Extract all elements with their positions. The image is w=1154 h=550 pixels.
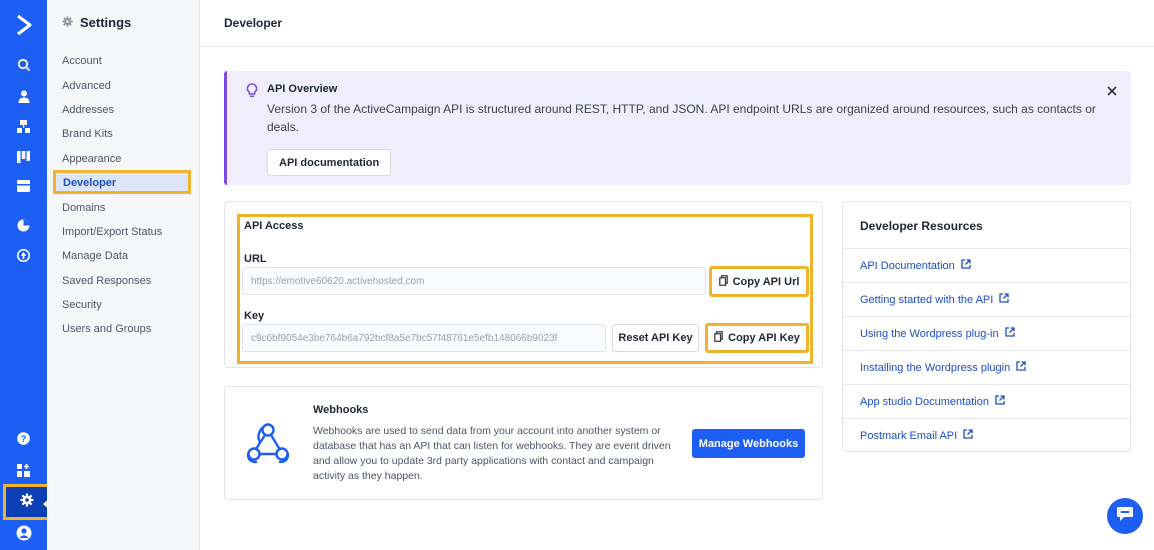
close-icon[interactable] [1107,84,1117,99]
app-root: ? Settings Account Advanced Addresses Br… [0,0,1154,550]
external-link-icon [963,429,973,442]
sidebar-item-brand-kits[interactable]: Brand Kits [62,126,113,142]
sidebar-item-appearance[interactable]: Appearance [62,151,121,167]
settings-nav-highlight[interactable] [3,484,51,520]
resource-link-wordpress-plug-in[interactable]: Using the Wordpress plug-in [843,316,1132,350]
settings-sidebar: Settings Account Advanced Addresses Bran… [47,0,200,550]
resource-link-label: App studio Documentation [860,395,990,408]
banner-title: API Overview [267,83,338,95]
gear-icon [62,15,73,30]
webhooks-title: Webhooks [313,404,369,416]
sidebar-item-advanced[interactable]: Advanced [62,78,111,94]
help-icon[interactable]: ? [0,423,47,453]
resource-link-label: Postmark Email API [860,429,958,442]
sidebar-item-account[interactable]: Account [62,53,102,69]
developer-resources-card: Developer Resources API Documentation Ge… [842,201,1132,452]
external-link-icon [1016,361,1026,374]
sidebar-title: Settings [62,15,131,30]
contacts-icon[interactable] [0,81,47,111]
api-access-highlight: API Access URL https://emotive60620.acti… [237,214,813,364]
icon-rail: ? [0,0,51,550]
url-label: URL [244,253,267,265]
resource-link-label: Installing the Wordpress plugin [860,361,1011,374]
api-url-field[interactable]: https://emotive60620.activehosted.com [242,267,706,295]
copy-api-key-button[interactable]: Copy API Key [705,323,809,353]
automations-icon[interactable] [0,240,47,270]
sidebar-item-saved-responses[interactable]: Saved Responses [62,273,151,289]
copy-api-url-label: Copy API Url [732,275,800,288]
sidebar-item-developer[interactable]: Developer [53,170,191,194]
api-documentation-button[interactable]: API documentation [267,149,392,176]
search-icon[interactable] [0,50,47,80]
external-link-icon [999,293,1009,306]
chat-button[interactable] [1107,498,1143,534]
copy-api-key-label: Copy API Key [728,332,800,344]
webhooks-description: Webhooks are used to send data from your… [313,425,671,482]
resource-link-api-documentation[interactable]: API Documentation [843,248,1132,282]
settings-icon [20,493,34,512]
api-overview-banner: API Overview Version 3 of the ActiveCamp… [224,71,1131,185]
api-access-title: API Access [244,220,304,232]
sidebar-title-text: Settings [80,15,132,30]
api-access-card: API Access URL https://emotive60620.acti… [224,201,823,368]
resource-link-app-studio[interactable]: App studio Documentation [843,384,1132,418]
manage-webhooks-button[interactable]: Manage Webhooks [692,429,805,458]
resource-link-label: Using the Wordpress plug-in [860,327,999,340]
external-link-icon [1004,327,1015,340]
lightbulb-icon [246,83,258,103]
reports-icon[interactable] [0,210,47,240]
sidebar-item-import-export-status[interactable]: Import/Export Status [62,224,162,240]
resource-link-postmark-email-api[interactable]: Postmark Email API [843,418,1132,452]
webhooks-card: Webhooks Webhooks are used to send data … [224,386,823,500]
api-key-field[interactable]: c9c6bf9054e3be764b6a792bcf8a5e7bc57f4876… [242,324,606,352]
sidebar-item-manage-data[interactable]: Manage Data [62,248,128,264]
org-icon[interactable] [0,111,47,141]
banner-description: Version 3 of the ActiveCampaign API is s… [267,102,1096,134]
sidebar-item-users-and-groups[interactable]: Users and Groups [62,321,151,337]
page-title: Developer [224,16,283,30]
page-header: Developer [200,0,1154,47]
webhook-icon [244,418,292,471]
profile-icon[interactable] [0,518,47,548]
sidebar-item-domains[interactable]: Domains [62,200,105,216]
logo-icon[interactable] [0,10,47,40]
external-link-icon [995,395,1005,408]
key-label: Key [244,310,265,322]
resource-link-label: Getting started with the API [860,293,994,306]
resource-link-label: API Documentation [860,259,955,272]
apps-icon[interactable] [0,455,47,485]
sidebar-item-addresses[interactable]: Addresses [62,102,114,118]
campaigns-icon[interactable] [0,171,47,201]
pipeline-icon[interactable] [0,142,47,172]
sidebar-item-security[interactable]: Security [62,297,102,313]
copy-icon [718,274,728,289]
reset-api-key-button[interactable]: Reset API Key [612,324,699,352]
chat-icon [1116,506,1134,527]
resource-link-installing-wordpress[interactable]: Installing the Wordpress plugin [843,350,1132,384]
external-link-icon [961,259,971,272]
resource-link-getting-started[interactable]: Getting started with the API [843,282,1132,316]
resources-title: Developer Resources [860,219,983,233]
svg-text:?: ? [21,434,27,444]
copy-icon [714,331,723,345]
copy-api-url-button[interactable]: Copy API Url [709,266,809,297]
